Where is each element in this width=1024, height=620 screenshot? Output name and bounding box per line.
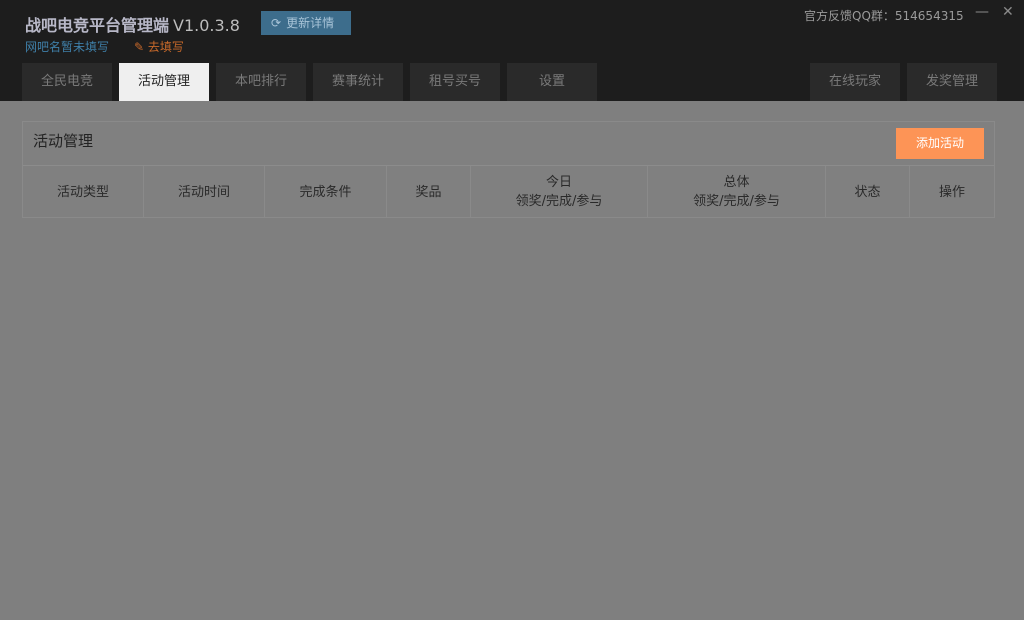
pencil-icon: ✎	[134, 40, 145, 54]
app-name: 战吧电竞平台管理端	[25, 16, 170, 35]
column-header: 活动时间	[144, 166, 265, 218]
column-header: 状态	[826, 166, 910, 218]
column-header: 完成条件	[265, 166, 387, 218]
col-sublabel: 领奖/完成/参与	[693, 194, 780, 209]
tab-bar-ranking[interactable]: 本吧排行	[216, 63, 306, 101]
column-header: 奖品	[387, 166, 471, 218]
app-version: V1.0.3.8	[173, 16, 240, 35]
panel-header: 活动管理 添加活动	[23, 122, 994, 166]
update-icon: ⟳	[271, 16, 282, 30]
update-label: 更新详情	[286, 16, 335, 30]
add-activity-button[interactable]: 添加活动	[896, 128, 984, 159]
col-label: 完成条件	[299, 184, 352, 200]
column-header: 活动类型	[23, 166, 144, 218]
tab-prize-management[interactable]: 发奖管理	[907, 63, 997, 101]
qq-group: 官方反馈QQ群：514654315	[804, 9, 964, 23]
tab-activity-management[interactable]: 活动管理	[119, 63, 209, 101]
tab-account-trade[interactable]: 租号买号	[410, 63, 500, 101]
col-label: 总体	[723, 175, 750, 190]
col-label: 状态	[854, 184, 881, 200]
col-label: 活动类型	[56, 184, 109, 200]
fill-in-link[interactable]: ✎ 去填写	[134, 38, 184, 55]
column-header: 今日领奖/完成/参与	[471, 166, 648, 218]
tab-all-esports[interactable]: 全民电竞	[22, 63, 112, 101]
netbar-name: 网吧名暂未填写	[25, 40, 110, 54]
col-sublabel: 领奖/完成/参与	[515, 194, 603, 209]
column-header: 操作	[910, 166, 994, 218]
minimize-icon[interactable]: —	[975, 4, 989, 20]
col-label: 操作	[938, 184, 965, 200]
col-label: 活动时间	[177, 184, 230, 200]
tab-online-players[interactable]: 在线玩家	[810, 63, 900, 101]
app-title: 战吧电竞平台管理端 V1.0.3.8	[25, 12, 240, 36]
close-icon[interactable]: ✕	[1002, 4, 1014, 20]
panel-title: 活动管理	[33, 132, 94, 150]
activity-panel: 活动管理 添加活动 活动类型 活动时间 完成条件 奖品 今日领奖/完成/参与 总…	[22, 121, 995, 218]
table-header: 活动类型 活动时间 完成条件 奖品 今日 领奖/完成/参与 总体 领奖/完成/参与 …	[23, 166, 994, 218]
update-details-button[interactable]: ⟳ 更新详情	[261, 11, 351, 35]
col-label: 奖品	[415, 184, 442, 200]
fill-label: 去填写	[147, 40, 184, 54]
title-bar: 战吧电竞平台管理端 V1.0.3.8 ⟳ 更新详情 网吧名暂未填写 ✎ 去填写 官方…	[0, 0, 1024, 101]
tab-match-stats[interactable]: 赛事统计	[313, 63, 403, 101]
col-label: 今日	[545, 175, 572, 190]
column-header: 总体领奖/完成/参与	[648, 166, 826, 218]
tab-settings[interactable]: 设置	[507, 63, 597, 101]
